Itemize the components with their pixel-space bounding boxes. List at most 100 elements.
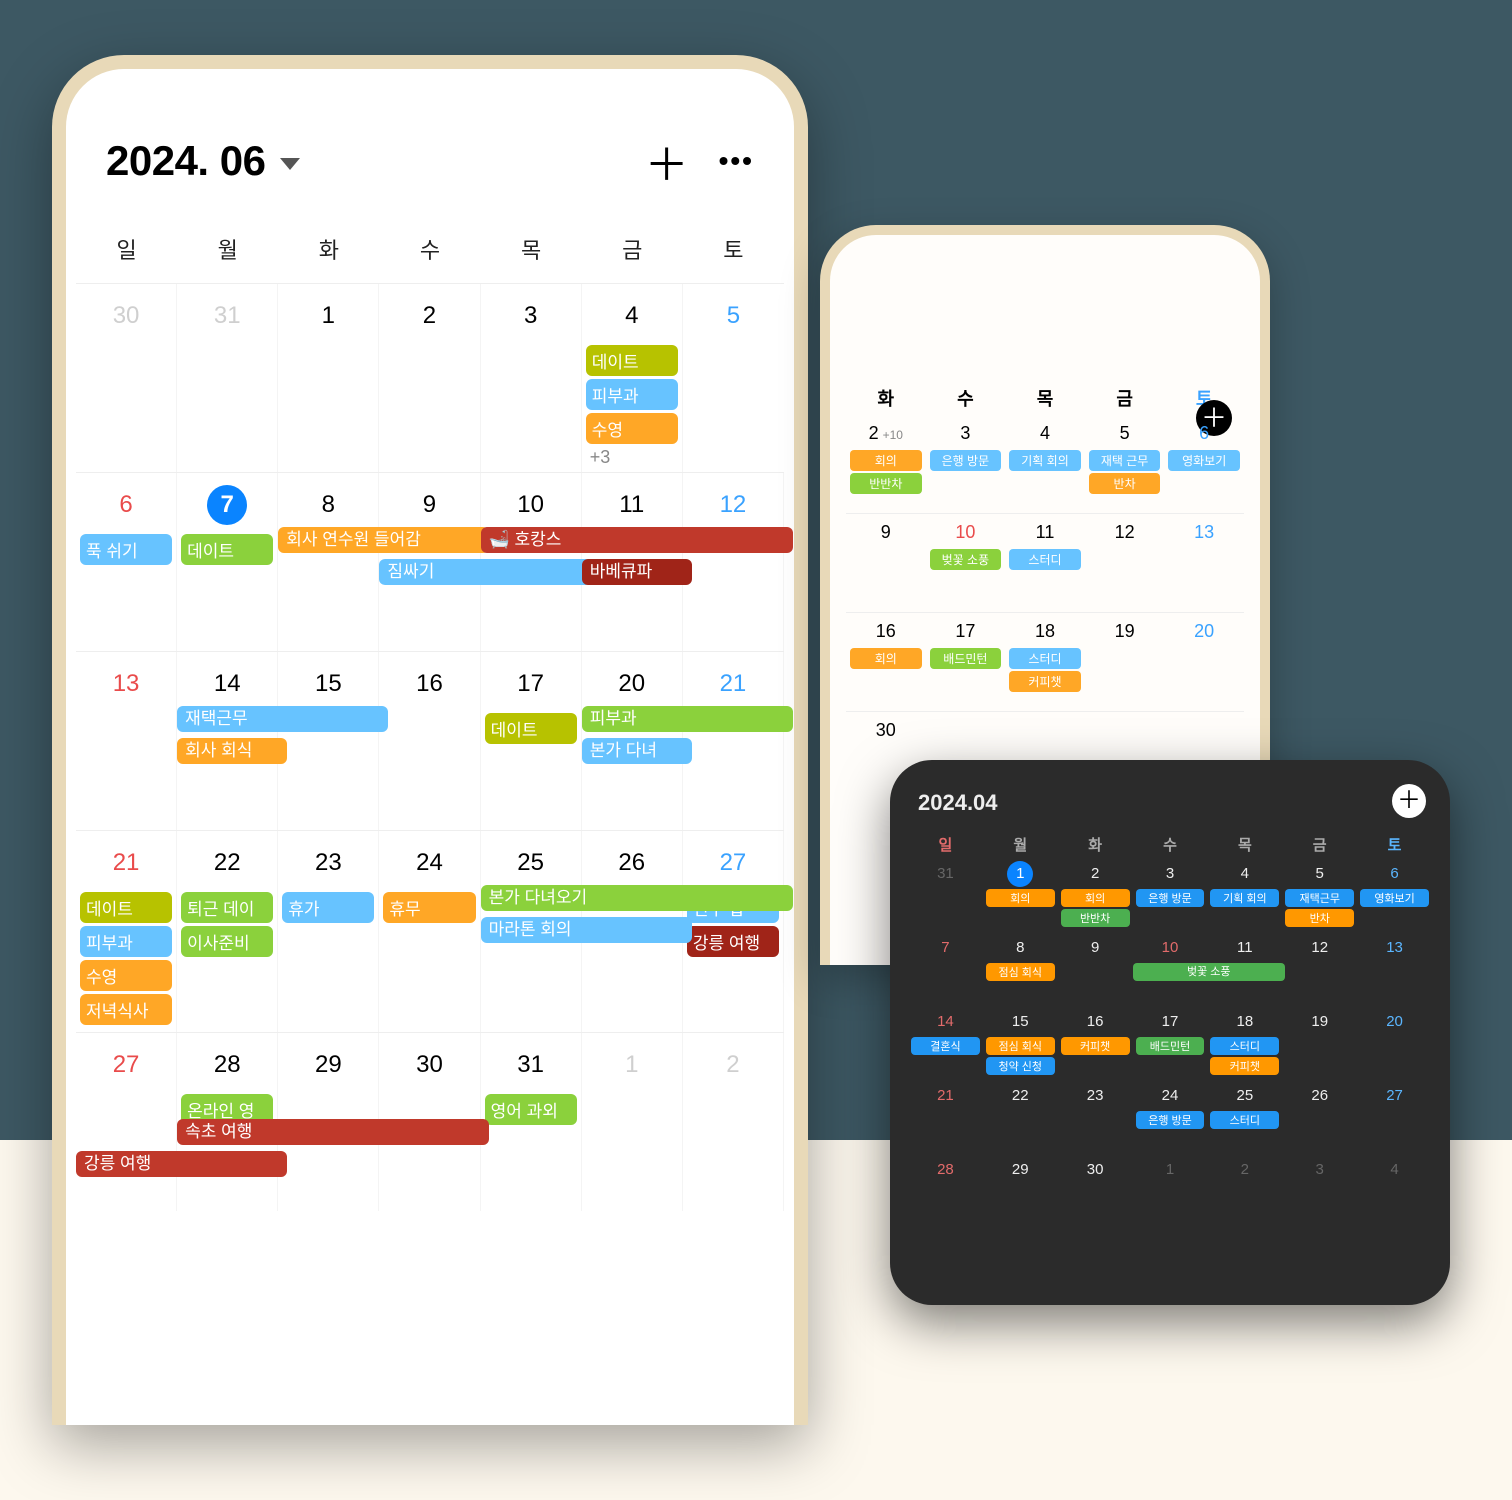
day-cell[interactable]: 22퇴근 데이이사준비 [177, 831, 278, 1032]
day-cell[interactable]: 28 [908, 1157, 983, 1183]
event-chip[interactable]: 재택근무 [1285, 889, 1354, 907]
event-chip[interactable]: 은행 방문 [1136, 1111, 1205, 1129]
event-chip[interactable]: 스터디 [1009, 549, 1081, 570]
day-cell[interactable]: 24은행 방문 [1133, 1083, 1208, 1131]
plus-icon[interactable]: ＋ [1392, 784, 1426, 818]
day-cell[interactable]: 24휴무 [379, 831, 480, 1032]
day-cell[interactable]: 13 [76, 652, 177, 830]
day-cell[interactable]: 21 [908, 1083, 983, 1109]
event-chip[interactable]: 벚꽃 소풍 [930, 549, 1002, 570]
day-cell[interactable]: 2 [1207, 1157, 1282, 1183]
event-chip[interactable]: 영화보기 [1168, 450, 1240, 471]
event-chip[interactable]: 기획 회의 [1210, 889, 1279, 907]
day-cell[interactable]: 16커피챗 [1058, 1009, 1133, 1057]
event-chip[interactable]: 배드민턴 [930, 648, 1002, 669]
more-icon[interactable]: ••• [719, 145, 754, 177]
day-cell[interactable]: 2+10회의반반차 [846, 423, 926, 496]
event-chip[interactable]: 커피챗 [1061, 1037, 1130, 1055]
day-cell[interactable]: 1 [582, 1033, 683, 1211]
event-chip[interactable]: 강릉 여행 [687, 926, 779, 957]
day-cell[interactable]: 10 [1133, 935, 1208, 961]
day-cell[interactable]: 23휴가 [278, 831, 379, 1032]
event-chip[interactable]: 데이트 [485, 713, 577, 744]
day-cell[interactable]: 25스터디 [1207, 1083, 1282, 1131]
day-cell[interactable]: 7 [908, 935, 983, 961]
day-cell[interactable]: 23 [1058, 1083, 1133, 1109]
day-cell[interactable]: 4데이트피부과수영+3 [582, 284, 683, 472]
event-chip[interactable]: 반반차 [1061, 909, 1130, 927]
chevron-down-icon[interactable] [280, 158, 300, 170]
event-chip[interactable]: 휴가 [282, 892, 374, 923]
day-cell[interactable]: 29 [983, 1157, 1058, 1183]
event-chip[interactable]: 청약 신청 [986, 1057, 1055, 1075]
event-chip[interactable]: 영어 과외 [485, 1094, 577, 1125]
day-cell[interactable]: 15점심 회식청약 신청 [983, 1009, 1058, 1077]
day-cell[interactable]: 7데이트 [177, 473, 278, 651]
event-chip[interactable]: 푹 쉬기 [80, 534, 172, 565]
day-cell[interactable]: 16 [379, 652, 480, 830]
event-chip[interactable]: 피부과 [586, 379, 678, 410]
event-chip[interactable]: 영화보기 [1360, 889, 1429, 907]
day-cell[interactable]: 19 [1282, 1009, 1357, 1035]
more-indicator[interactable]: +10 [883, 428, 903, 442]
event-chip[interactable]: 휴무 [383, 892, 475, 923]
day-cell[interactable]: 12 [1282, 935, 1357, 961]
event-chip[interactable]: 피부과 [80, 926, 172, 957]
day-cell[interactable]: 5 [683, 284, 784, 472]
day-cell[interactable]: 12 [1085, 522, 1165, 547]
event-chip[interactable]: 저녁식사 [80, 994, 172, 1025]
event-chip[interactable]: 퇴근 데이 [181, 892, 273, 923]
day-cell[interactable]: 17배드민턴 [926, 621, 1006, 671]
day-cell[interactable]: 27 [1357, 1083, 1432, 1109]
month-title[interactable]: 2024. 06 [106, 137, 266, 185]
day-cell[interactable]: 5재택근무반차 [1282, 861, 1357, 929]
day-cell[interactable]: 2회의반반차 [1058, 861, 1133, 929]
event-chip[interactable]: 은행 방문 [930, 450, 1002, 471]
day-cell[interactable]: 3은행 방문 [926, 423, 1006, 473]
day-cell[interactable]: 12 [683, 473, 784, 651]
day-cell[interactable]: 20 [1357, 1009, 1432, 1035]
day-cell[interactable]: 27 [76, 1033, 177, 1211]
day-cell[interactable]: 5재택 근무반차 [1085, 423, 1165, 496]
event-chip[interactable]: 반차 [1285, 909, 1354, 927]
event-span[interactable]: 재택근무 [177, 706, 388, 732]
event-span[interactable]: 본가 다녀 [582, 738, 692, 764]
event-span[interactable]: 마라톤 회의 [481, 917, 692, 943]
event-chip[interactable]: 점심 회식 [986, 963, 1055, 981]
plus-icon[interactable]: ＋ [645, 129, 689, 193]
event-chip[interactable]: 커피챗 [1210, 1057, 1279, 1075]
day-cell[interactable]: 30 [846, 720, 926, 745]
day-cell[interactable]: 9 [1058, 935, 1133, 961]
event-chip[interactable]: 데이트 [80, 892, 172, 923]
event-chip[interactable]: 커피챗 [1009, 671, 1081, 692]
day-cell[interactable]: 16회의 [846, 621, 926, 671]
day-cell[interactable]: 21데이트피부과수영저녁식사 [76, 831, 177, 1032]
day-cell[interactable]: 27친구 밥강릉 여행 [683, 831, 784, 1032]
day-cell[interactable]: 22 [983, 1083, 1058, 1109]
event-chip[interactable]: 스터디 [1210, 1037, 1279, 1055]
event-span[interactable]: 속초 여행 [177, 1119, 489, 1145]
event-span[interactable]: 회사 회식 [177, 738, 287, 764]
event-span[interactable]: 피부과 [582, 706, 793, 732]
event-chip[interactable]: 기획 회의 [1009, 450, 1081, 471]
event-span[interactable]: 강릉 여행 [76, 1151, 287, 1177]
day-cell[interactable]: 18스터디커피챗 [1207, 1009, 1282, 1077]
day-cell[interactable] [1164, 720, 1244, 738]
day-cell[interactable]: 3은행 방문 [1133, 861, 1208, 909]
day-cell[interactable]: 19 [1085, 621, 1165, 646]
day-cell[interactable]: 31 [908, 861, 983, 887]
day-cell[interactable]: 30 [76, 284, 177, 472]
day-cell[interactable]: 2 [683, 1033, 784, 1211]
day-cell[interactable]: 9 [846, 522, 926, 547]
day-cell[interactable]: 6영화보기 [1357, 861, 1432, 909]
event-chip[interactable]: 은행 방문 [1136, 889, 1205, 907]
day-cell[interactable]: 8점심 회식 [983, 935, 1058, 983]
event-chip[interactable]: 회의 [986, 889, 1055, 907]
day-cell[interactable]: 26 [1282, 1083, 1357, 1109]
event-span[interactable]: 벚꽃 소풍 [1133, 963, 1285, 981]
day-cell[interactable]: 10벚꽃 소풍 [926, 522, 1006, 572]
day-cell[interactable] [1005, 720, 1085, 738]
day-cell[interactable]: 8 [278, 473, 379, 651]
day-cell[interactable]: 17데이트 [481, 652, 582, 830]
event-chip[interactable]: 반차 [1089, 473, 1161, 494]
